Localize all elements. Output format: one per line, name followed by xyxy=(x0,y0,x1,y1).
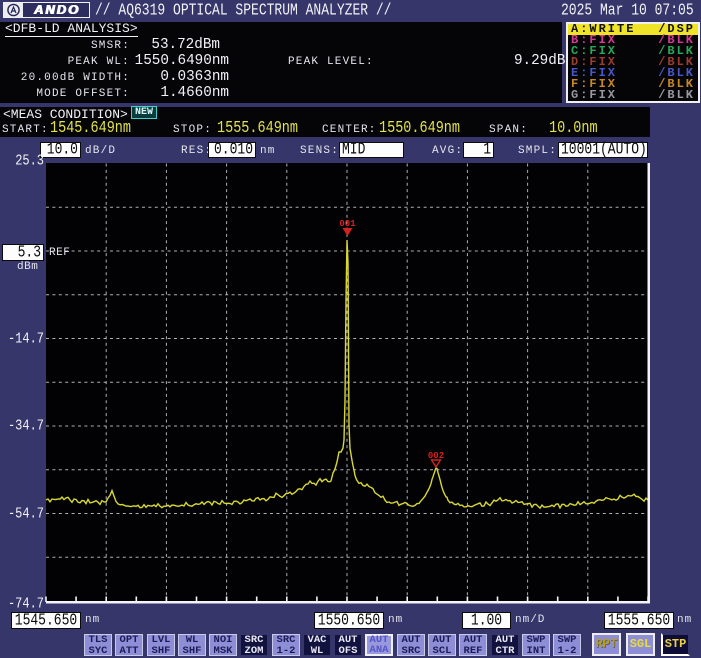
svg-text:001: 001 xyxy=(339,219,356,229)
